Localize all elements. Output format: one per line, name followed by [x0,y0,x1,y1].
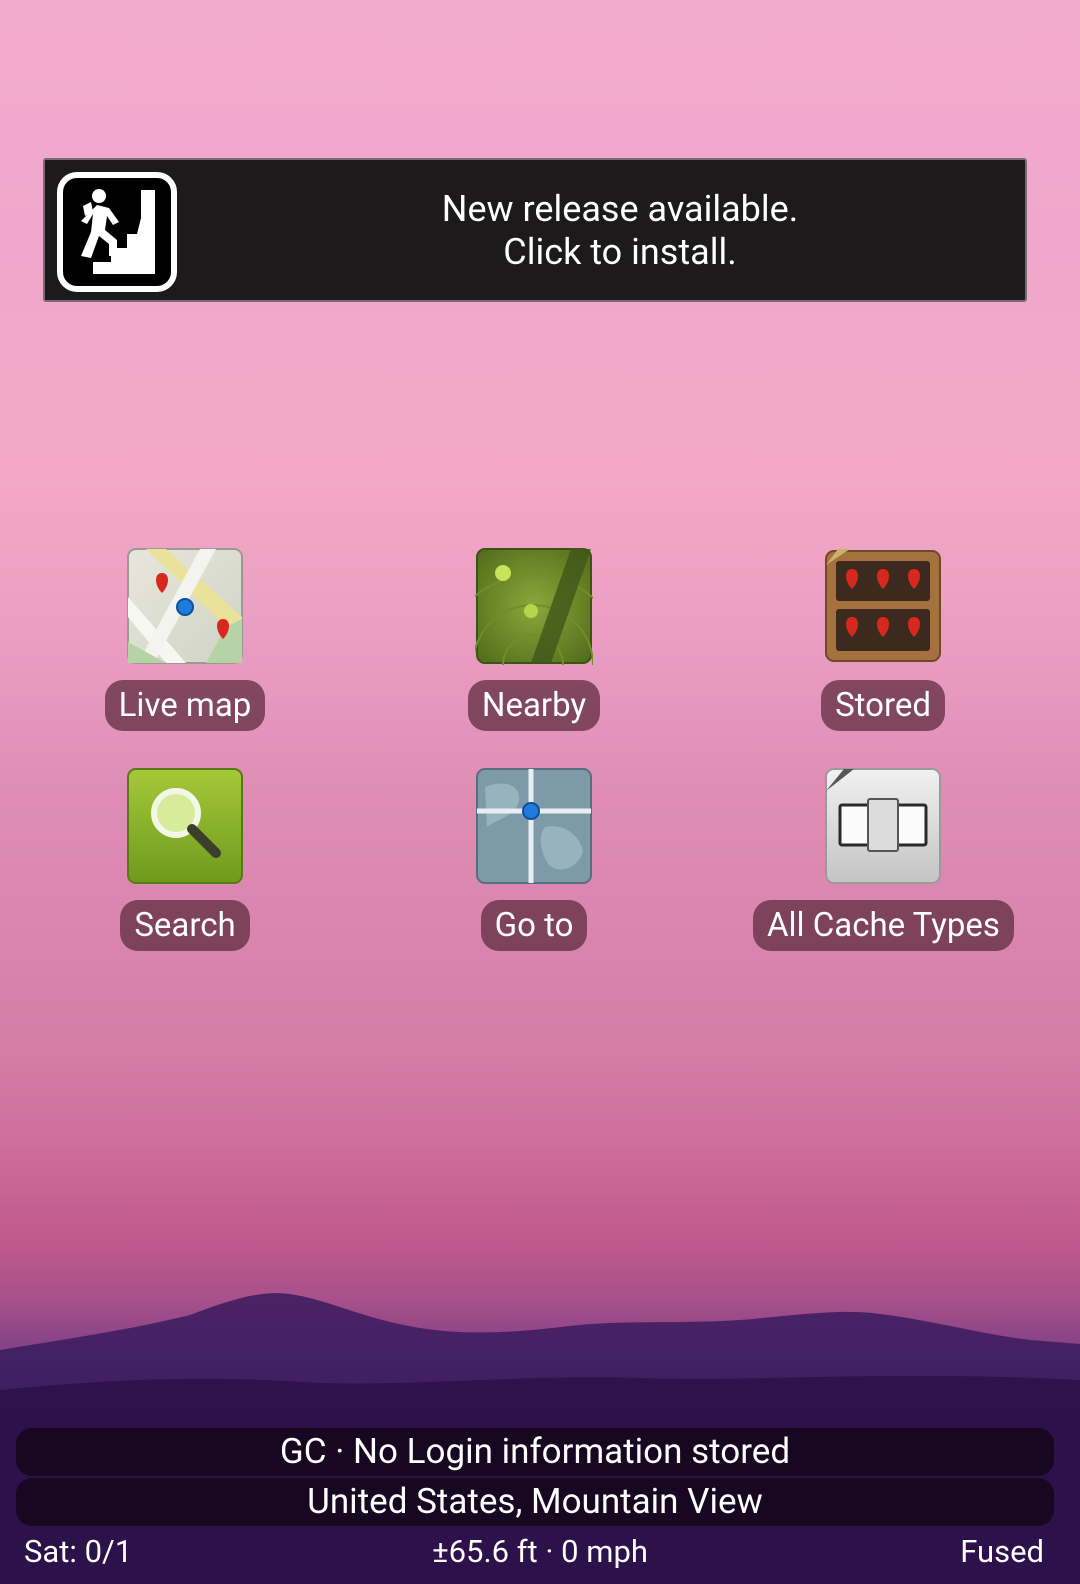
banner-message: New release available. Click to install. [235,188,1005,274]
tile-live-map[interactable]: Live map [55,547,315,747]
tile-label: Search [120,900,250,951]
stored-shelf-icon [824,547,942,665]
tile-label: Stored [821,680,945,731]
tile-label: Go to [480,900,588,951]
tile-nearby[interactable]: Nearby [404,547,664,747]
globe-crosshair-icon [475,767,593,885]
tile-label: Nearby [467,680,601,731]
accuracy-speed: ±65.6 ft · 0 mph [432,1533,648,1570]
live-map-icon [126,547,244,665]
radar-icon [475,547,593,665]
location-provider: Fused [960,1533,1044,1570]
tile-go-to[interactable]: Go to [404,767,664,967]
gps-status-bar: Sat: 0/1 ±65.6 ft · 0 mph Fused [0,1525,1080,1584]
tile-search[interactable]: Search [55,767,315,967]
search-magnifier-icon [126,767,244,885]
cache-types-icon [824,767,942,885]
hiker-logo-icon [57,172,177,292]
new-release-banner[interactable]: New release available. Click to install. [43,158,1027,302]
location-status: United States, Mountain View [16,1478,1054,1526]
tile-label: Live map [104,680,266,731]
login-status[interactable]: GC · No Login information stored [16,1428,1054,1476]
banner-line-2: Click to install. [503,231,737,273]
home-screen: New release available. Click to install. [0,0,1080,1584]
banner-line-1: New release available. [441,188,799,230]
tile-all-cache-types[interactable]: All Cache Types [753,767,1014,967]
tile-stored[interactable]: Stored [753,547,1013,747]
tile-label: All Cache Types [753,900,1014,951]
